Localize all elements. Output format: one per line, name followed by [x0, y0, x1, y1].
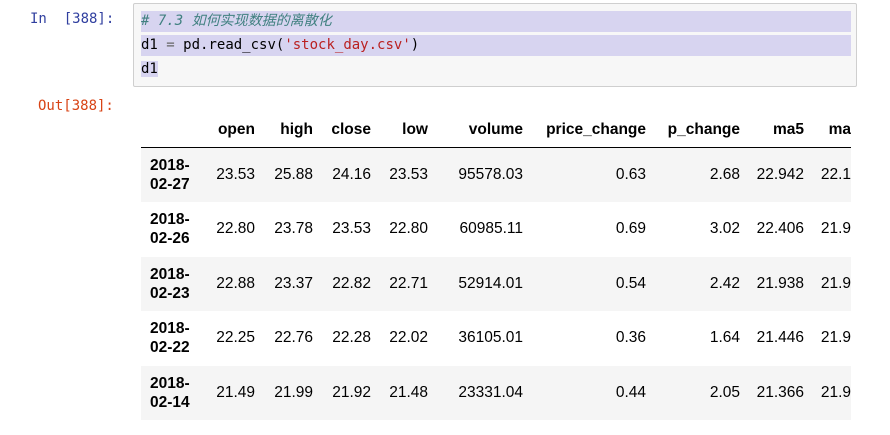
code-operator: =: [166, 37, 175, 53]
table-cell: 21.938: [756, 274, 804, 292]
table-cell: 22.88: [216, 274, 255, 292]
code-variable: d1: [141, 37, 158, 53]
input-prompt: In [388]:: [30, 11, 115, 27]
table-row: 2018- 02-26 22.80 23.78 23.53 22.80 60985…: [141, 202, 851, 257]
code-comment: # 7.3 如何实现数据的离散化: [141, 13, 332, 29]
table-cell: 22.28: [332, 329, 371, 347]
table-cell: 0.36: [615, 329, 646, 347]
table-cell: 2.68: [709, 166, 740, 183]
code-line-2: d1 = pd.read_csv('stock_day.csv'): [141, 35, 851, 56]
row-index: 2018- 02-14: [150, 374, 190, 411]
table-cell: 22.942: [756, 166, 804, 183]
table-cell: 21.9: [820, 329, 851, 347]
column-header: low: [371, 112, 428, 148]
table-cell: 2.05: [709, 383, 740, 401]
table-row: 2018- 02-22 22.25 22.76 22.28 22.02 36105…: [141, 311, 851, 366]
column-header: close: [313, 112, 371, 148]
table-cell: 21.92: [332, 383, 371, 401]
column-header: open: [201, 112, 255, 148]
code-close-paren: ): [410, 37, 420, 53]
table-cell: 21.9: [820, 220, 851, 238]
table-row: 2018- 02-14 21.49 21.99 21.92 21.48 23331…: [141, 365, 851, 420]
table-cell: 2.42: [709, 274, 740, 292]
table-cell: 21.49: [216, 383, 255, 401]
table-cell: 25.88: [274, 166, 313, 183]
table-cell: 22.76: [274, 329, 313, 347]
column-header: price_change: [523, 112, 646, 148]
output-prompt: Out[388]:: [38, 98, 114, 114]
table-cell: 22.82: [332, 274, 371, 292]
column-header: high: [255, 112, 313, 148]
table-cell: 0.69: [615, 220, 646, 238]
row-index: 2018- 02-22: [150, 320, 190, 357]
table-cell: 22.80: [216, 220, 255, 238]
table-cell: 0.63: [615, 166, 646, 183]
table-row: 2018- 02-23 22.88 23.37 22.82 22.71 52914…: [141, 256, 851, 311]
table-cell: 36105.01: [458, 329, 523, 347]
column-header: ma5: [740, 112, 804, 148]
table-cell: 21.9: [820, 383, 851, 401]
index-header: [141, 112, 201, 148]
table-cell: 21.366: [756, 383, 804, 401]
code-line-3: d1: [141, 59, 158, 80]
code-line-1: # 7.3 如何实现数据的离散化: [141, 11, 851, 32]
table-cell: 22.80: [389, 220, 428, 238]
table-cell: 22.406: [756, 220, 804, 238]
table-cell: 21.446: [756, 329, 804, 347]
row-index: 2018- 02-23: [150, 265, 190, 302]
table-cell: 21.99: [274, 383, 313, 401]
table-row: 2018- 02-27 23.53 25.88 24.16 23.53 95578…: [141, 147, 851, 202]
table-cell: 22.25: [216, 329, 255, 347]
table-cell: 60985.11: [459, 220, 524, 238]
table-cell: 23331.04: [458, 383, 523, 401]
dataframe-table: open high close low volume price_change …: [141, 112, 851, 420]
table-cell: 23.53: [216, 166, 255, 183]
table-cell: 23.37: [274, 274, 313, 292]
table-header-row: open high close low volume price_change …: [141, 112, 851, 148]
table-cell: 23.53: [389, 166, 428, 183]
column-header: ma: [804, 112, 851, 148]
table-cell: 1.64: [709, 329, 740, 347]
code-call: pd.read_csv(: [183, 37, 285, 53]
table-cell: 23.78: [274, 220, 313, 238]
table-cell: 0.44: [615, 383, 646, 401]
table-cell: 3.02: [709, 220, 740, 238]
code-cell-editor[interactable]: # 7.3 如何实现数据的离散化 d1 = pd.read_csv('stock…: [133, 3, 857, 87]
table-cell: 0.54: [615, 274, 646, 292]
code-string-arg: 'stock_day.csv': [284, 37, 411, 53]
table-cell: 21.9: [820, 274, 851, 292]
column-header: volume: [428, 112, 523, 148]
column-header: p_change: [646, 112, 740, 148]
row-index: 2018- 02-26: [150, 211, 190, 248]
dataframe-output: open high close low volume price_change …: [141, 112, 851, 432]
table-cell: 22.02: [389, 329, 428, 347]
table-cell: 21.48: [389, 383, 428, 401]
table-cell: 22.1: [820, 166, 851, 183]
row-index: 2018- 02-27: [150, 157, 190, 193]
table-cell: 24.16: [332, 166, 371, 183]
table-cell: 23.53: [332, 220, 371, 238]
table-cell: 22.71: [389, 274, 428, 292]
code-expression: d1: [141, 61, 158, 77]
table-cell: 52914.01: [458, 274, 523, 292]
table-cell: 95578.03: [458, 166, 523, 183]
